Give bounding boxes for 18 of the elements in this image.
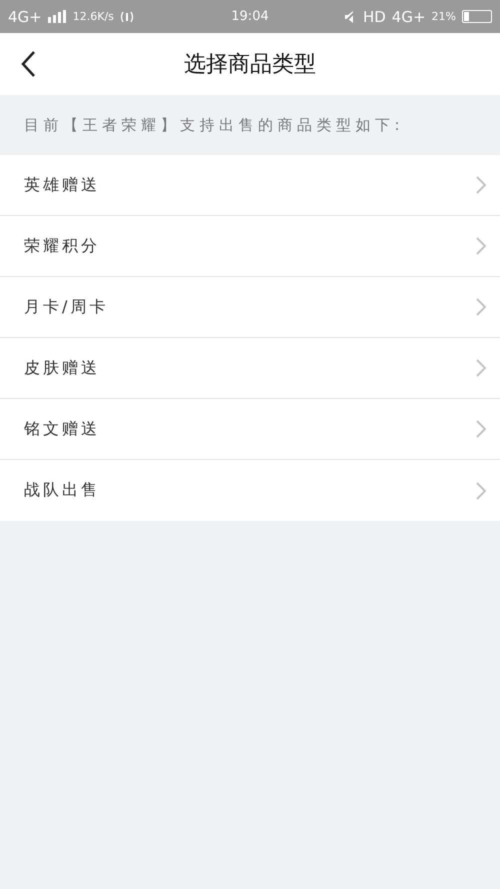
chevron-icon — [476, 298, 486, 316]
chevron-icon — [476, 482, 486, 500]
back-button[interactable] — [20, 50, 36, 78]
clock: 19:04 — [231, 9, 269, 24]
signal-icon — [48, 10, 67, 23]
chevron-icon — [476, 237, 486, 255]
hd-label: HD — [362, 8, 386, 26]
hotspot-icon — [120, 10, 134, 22]
network-label: 4G+ — [8, 8, 42, 26]
notice-text: 目前【王者荣耀】支持出售的商品类型如下: — [24, 116, 404, 134]
battery-percent: 21% — [432, 10, 456, 23]
page-title: 选择商品类型 — [184, 51, 316, 79]
network-label: 4G+ — [392, 8, 426, 26]
chevron-icon — [476, 359, 486, 377]
chevron-icon — [476, 176, 486, 194]
speed-label: 12.6K/s — [72, 10, 114, 23]
battery-icon — [462, 10, 492, 23]
chevron-icon — [476, 420, 486, 438]
